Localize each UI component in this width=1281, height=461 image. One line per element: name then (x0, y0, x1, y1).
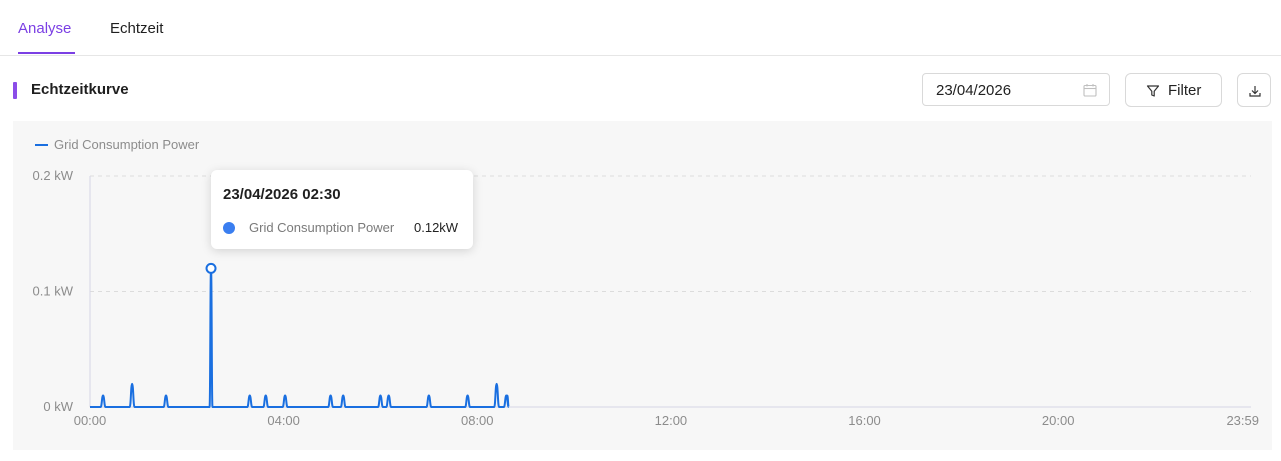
x-tick-label: 23:59 (1226, 413, 1259, 428)
x-tick-label: 08:00 (461, 413, 494, 428)
x-tick-label: 16:00 (848, 413, 881, 428)
series-line (89, 267, 510, 409)
y-tick-label: 0.2 kW (33, 168, 74, 183)
x-tick-label: 00:00 (74, 413, 107, 428)
y-tick-label: 0.1 kW (33, 284, 74, 299)
line-chart: 0 kW 0.1 kW 0.2 kW 00:00 04:00 08:00 12:00 16:0… (33, 168, 1259, 428)
chart-tooltip: 23/04/2026 02:30 Grid Consumption Power … (211, 170, 473, 249)
highlight-point (205, 262, 217, 274)
x-tick-label: 12:00 (655, 413, 688, 428)
tooltip-title: 23/04/2026 02:30 (223, 186, 341, 203)
legend-label[interactable]: Grid Consumption Power (54, 137, 199, 152)
tooltip-series-dot (223, 222, 235, 234)
y-tick-label: 0 kW (43, 399, 73, 414)
x-tick-label: 04:00 (267, 413, 300, 428)
x-tick-label: 20:00 (1042, 413, 1075, 428)
tooltip-series-name: Grid Consumption Power (249, 220, 395, 235)
legend-swatch (35, 144, 48, 146)
tooltip-value: 0.12kW (414, 220, 459, 235)
